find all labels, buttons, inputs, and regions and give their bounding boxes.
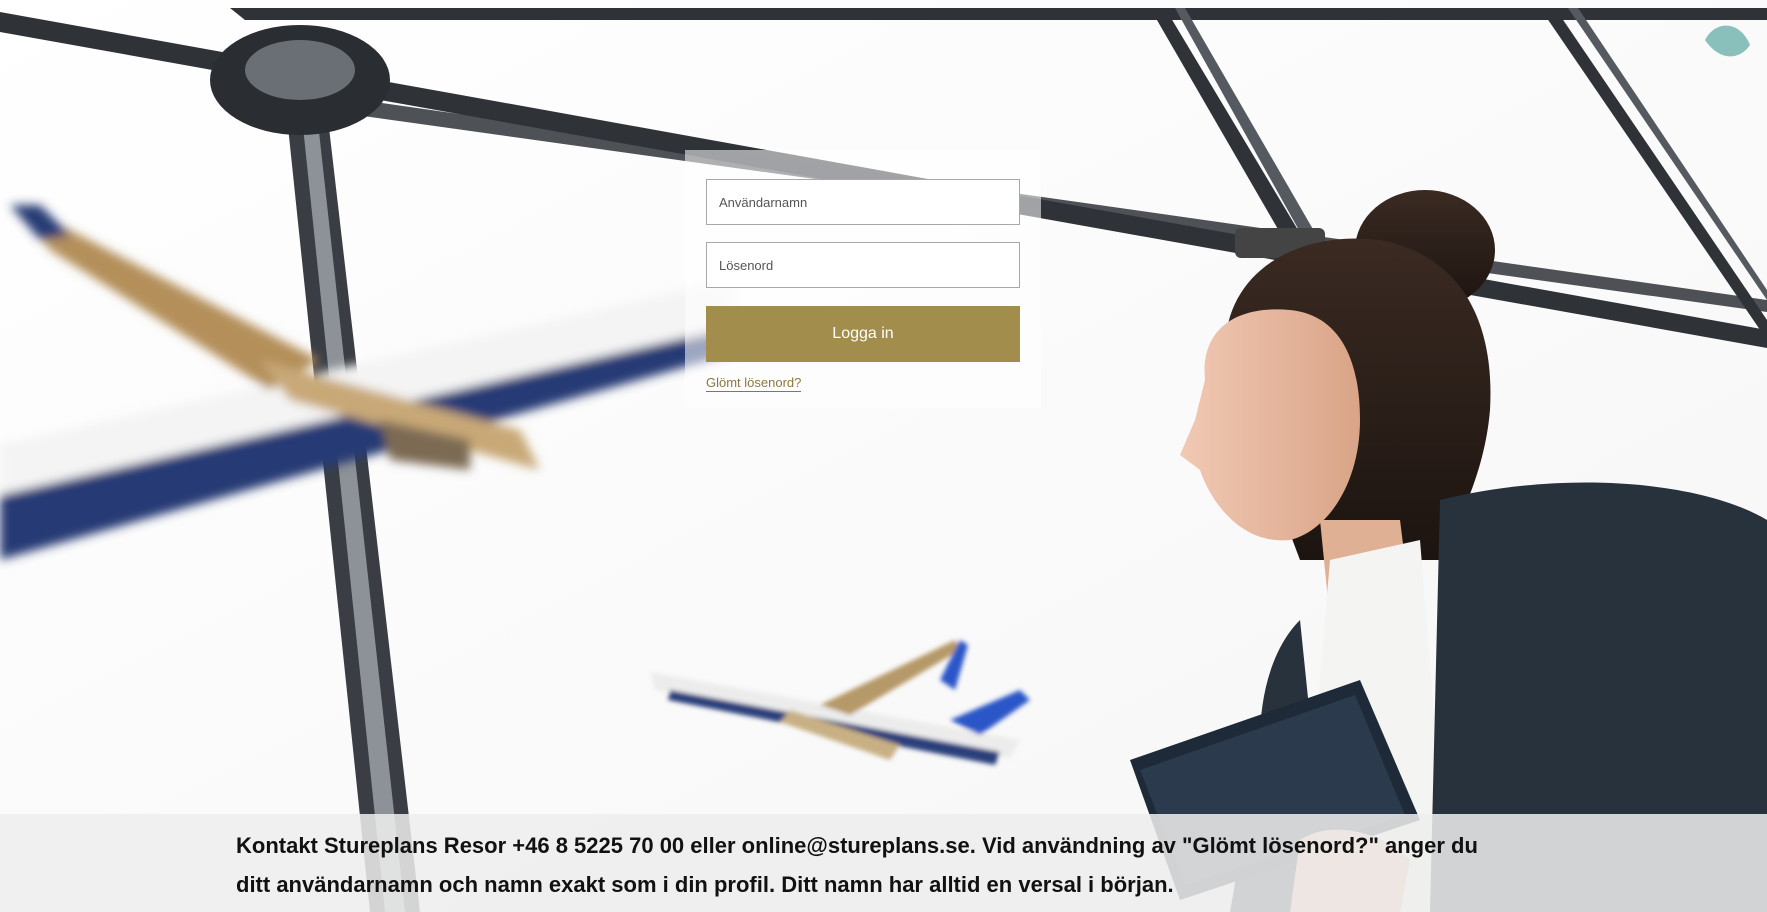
contact-info-text: Kontakt Stureplans Resor +46 8 5225 70 0… [236, 833, 1478, 897]
login-page: Logga in Glömt lösenord? Kontakt Sturepl… [0, 0, 1767, 912]
contact-info-bar: Kontakt Stureplans Resor +46 8 5225 70 0… [0, 814, 1767, 912]
password-input[interactable] [706, 242, 1020, 288]
forgot-password-link[interactable]: Glömt lösenord? [706, 375, 802, 392]
login-panel: Logga in Glömt lösenord? [685, 150, 1041, 408]
hero-background-photo [0, 0, 1767, 912]
username-input[interactable] [706, 179, 1020, 225]
login-button[interactable]: Logga in [706, 306, 1020, 362]
